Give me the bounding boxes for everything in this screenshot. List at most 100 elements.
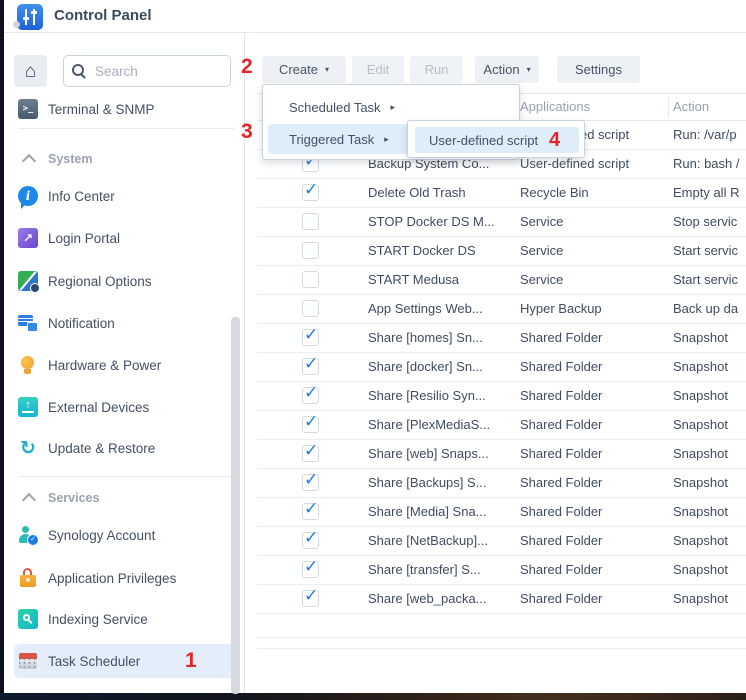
sidebar-section-services[interactable]: Services	[14, 485, 237, 511]
sidebar-item-indexing-service[interactable]: Indexing Service	[14, 604, 237, 634]
checkbox-checked-icon[interactable]	[302, 590, 319, 607]
sidebar-item-login-portal[interactable]: Login Portal	[14, 223, 237, 253]
task-application: Service	[520, 266, 670, 294]
checkbox-checked-icon[interactable]	[302, 445, 319, 462]
sidebar-item-hardware-power[interactable]: Hardware & Power	[14, 350, 237, 380]
sidebar-item-label: Terminal & SNMP	[48, 102, 155, 117]
chevron-up-icon	[22, 493, 36, 507]
task-application: Shared Folder	[520, 353, 670, 381]
table-row[interactable]: Share [transfer] S...Shared FolderSnapsh…	[257, 556, 746, 585]
run-button[interactable]: Run	[410, 56, 463, 83]
sidebar-item-label: Regional Options	[48, 274, 152, 289]
table-row[interactable]: Share [homes] Sn...Shared FolderSnapshot	[257, 324, 746, 353]
sidebar-divider	[18, 476, 234, 477]
sidebar-item-regional-options[interactable]: Regional Options	[14, 266, 237, 296]
table-row[interactable]: Share [web_packa...Shared FolderSnapshot	[257, 585, 746, 614]
search-input[interactable]	[93, 63, 207, 80]
sidebar-item-synology-account[interactable]: Synology Account	[14, 520, 237, 550]
sidebar-item-external-devices[interactable]: External Devices	[14, 392, 237, 422]
external-devices-icon	[18, 397, 38, 417]
checkbox-icon[interactable]	[302, 242, 319, 259]
sidebar-section-system[interactable]: System	[14, 146, 237, 172]
table-row[interactable]: Share [PlexMediaS...Shared FolderSnapsho…	[257, 411, 746, 440]
synology-account-icon	[18, 525, 38, 545]
annotation-step-1: 1	[185, 649, 197, 673]
checkbox-checked-icon[interactable]	[302, 329, 319, 346]
checkbox-checked-icon[interactable]	[302, 503, 319, 520]
task-name: STOP Docker DS M...	[368, 208, 518, 236]
action-button-label: Action	[483, 62, 519, 77]
sidebar-item-label: Update & Restore	[48, 441, 155, 456]
task-action: Start servic	[673, 266, 745, 294]
edit-button[interactable]: Edit	[352, 56, 404, 83]
task-name: Share [web] Snaps...	[368, 440, 518, 468]
task-name: Share [homes] Sn...	[368, 324, 518, 352]
sidebar-item-terminal-snmp[interactable]: Terminal & SNMP	[14, 94, 237, 124]
section-label: Services	[48, 491, 99, 505]
column-header-applications[interactable]: Applications	[520, 94, 590, 120]
checkbox-icon[interactable]	[302, 213, 319, 230]
checkbox-checked-icon[interactable]	[302, 184, 319, 201]
sidebar-scrollbar-thumb[interactable]	[231, 317, 240, 694]
task-application: Service	[520, 208, 670, 236]
task-action: Run: /var/p	[673, 121, 745, 149]
checkbox-checked-icon[interactable]	[302, 474, 319, 491]
section-label: System	[48, 152, 92, 166]
menu-item-scheduled-task[interactable]: Scheduled Task	[268, 92, 516, 122]
table-row[interactable]: Share [docker] Sn...Shared FolderSnapsho…	[257, 353, 746, 382]
table-row[interactable]: Share [Media] Sna...Shared FolderSnapsho…	[257, 498, 746, 527]
task-name: Share [Backups] S...	[368, 469, 518, 497]
desktop-background-strip-bottom	[0, 693, 746, 700]
task-application: Shared Folder	[520, 585, 670, 613]
create-button-label: Create	[279, 62, 318, 77]
sidebar-item-task-scheduler[interactable]: Task Scheduler	[14, 644, 237, 678]
checkbox-icon[interactable]	[302, 300, 319, 317]
update-restore-icon	[18, 438, 38, 458]
sidebar-item-label: Application Privileges	[48, 571, 176, 586]
sidebar-item-notification[interactable]: Notification	[14, 308, 237, 338]
chevron-down-icon	[527, 66, 531, 74]
checkbox-checked-icon[interactable]	[302, 358, 319, 375]
sidebar-item-info-center[interactable]: Info Center	[14, 181, 237, 211]
edit-button-label: Edit	[367, 62, 389, 77]
task-action: Empty all R	[673, 179, 745, 207]
table-row[interactable]: START MedusaServiceStart servic	[257, 266, 746, 295]
sidebar-item-application-privileges[interactable]: Application Privileges	[14, 563, 237, 593]
login-portal-icon	[18, 228, 38, 248]
column-header-action[interactable]: Action	[673, 94, 709, 120]
home-button[interactable]: ⌂	[14, 55, 47, 87]
table-row[interactable]: Delete Old TrashRecycle BinEmpty all R	[257, 179, 746, 208]
lock-icon	[18, 568, 38, 588]
table-row[interactable]: Share [web] Snaps...Shared FolderSnapsho…	[257, 440, 746, 469]
table-end-line	[257, 648, 746, 649]
table-row[interactable]: Share [Backups] S...Shared FolderSnapsho…	[257, 469, 746, 498]
annotation-step-2: 2	[241, 55, 253, 79]
task-application: Shared Folder	[520, 498, 670, 526]
table-row[interactable]: Share [NetBackup]...Shared FolderSnapsho…	[257, 527, 746, 556]
table-row[interactable]: Share [Resilio Syn...Shared FolderSnapsh…	[257, 382, 746, 411]
search-box[interactable]	[63, 55, 231, 87]
task-name: Share [PlexMediaS...	[368, 411, 518, 439]
table-row[interactable]: START Docker DSServiceStart servic	[257, 237, 746, 266]
table-row[interactable]: STOP Docker DS M...ServiceStop servic	[257, 208, 746, 237]
sidebar-item-label: Synology Account	[48, 528, 155, 543]
sidebar-item-update-restore[interactable]: Update & Restore	[14, 433, 237, 463]
create-button[interactable]: Create	[262, 56, 346, 83]
run-button-label: Run	[425, 62, 449, 77]
checkbox-checked-icon[interactable]	[302, 561, 319, 578]
checkbox-icon[interactable]	[302, 271, 319, 288]
settings-button[interactable]: Settings	[557, 56, 640, 83]
settings-button-label: Settings	[575, 62, 622, 77]
checkbox-checked-icon[interactable]	[302, 416, 319, 433]
task-name: Share [web_packa...	[368, 585, 518, 613]
table-row[interactable]: App Settings Web...Hyper BackupBack up d…	[257, 295, 746, 324]
checkbox-checked-icon[interactable]	[302, 387, 319, 404]
task-action: Snapshot	[673, 469, 745, 497]
checkbox-checked-icon[interactable]	[302, 532, 319, 549]
action-button[interactable]: Action	[475, 56, 539, 83]
task-name: Share [Resilio Syn...	[368, 382, 518, 410]
menu-item-label: Scheduled Task	[289, 100, 381, 115]
task-application: Shared Folder	[520, 324, 670, 352]
info-center-icon	[18, 186, 38, 206]
check-badge-icon	[27, 534, 39, 546]
